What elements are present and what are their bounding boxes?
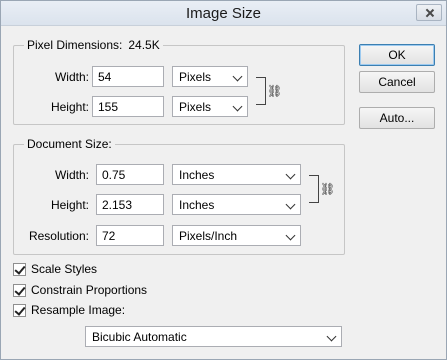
resolution-unit-select[interactable]: Pixels/Inch	[172, 225, 301, 246]
image-size-dialog: Image Size Pixel Dimensions: 24.5K Width:…	[0, 0, 447, 360]
auto-button[interactable]: Auto...	[359, 107, 435, 129]
scale-styles-label[interactable]: Scale Styles	[31, 262, 97, 276]
doc-height-label: Height:	[50, 198, 89, 212]
resolution-label: Resolution:	[28, 229, 89, 243]
chevron-down-icon	[326, 331, 337, 342]
doc-width-input[interactable]: 0.75	[96, 164, 164, 185]
pixel-dimensions-label: Pixel Dimensions:	[27, 38, 123, 52]
doc-height-unit: Inches	[179, 198, 215, 212]
pixel-height-input[interactable]: 155	[92, 96, 164, 117]
title-bar: Image Size	[1, 1, 446, 26]
chevron-down-icon	[285, 169, 296, 180]
pixel-constrain-bracket	[256, 77, 266, 105]
pixel-dimensions-value: 24.5K	[128, 38, 160, 52]
doc-width-label: Width:	[54, 168, 89, 182]
chevron-down-icon	[285, 199, 296, 210]
pixel-height-label: Height:	[50, 100, 89, 114]
ok-button[interactable]: OK	[359, 44, 435, 66]
dialog-title: Image Size	[185, 5, 262, 22]
resolution-input[interactable]: 72	[96, 225, 164, 246]
chevron-down-icon	[232, 71, 243, 82]
doc-width-unit: Inches	[179, 168, 215, 182]
doc-width-unit-select[interactable]: Inches	[172, 164, 301, 185]
scale-styles-checkbox[interactable]	[13, 263, 26, 276]
document-size-legend: Document Size:	[24, 137, 115, 151]
resample-image-checkbox[interactable]	[13, 304, 26, 317]
pixel-width-unit: Pixels	[179, 70, 212, 84]
resample-method-select[interactable]: Bicubic Automatic	[85, 326, 342, 347]
resolution-unit: Pixels/Inch	[179, 229, 238, 243]
pixel-dimensions-legend: Pixel Dimensions: 24.5K	[24, 38, 163, 52]
pixel-width-label: Width:	[54, 70, 89, 84]
constrain-proportions-label[interactable]: Constrain Proportions	[31, 283, 147, 297]
pixel-height-unit-select[interactable]: Pixels	[172, 96, 248, 117]
chevron-down-icon	[285, 230, 296, 241]
doc-constrain-bracket	[309, 175, 319, 203]
close-icon[interactable]	[416, 4, 442, 21]
doc-height-unit-select[interactable]: Inches	[172, 194, 301, 215]
chain-link-icon: ⛓	[267, 84, 283, 98]
pixel-height-unit: Pixels	[179, 100, 212, 114]
pixel-width-unit-select[interactable]: Pixels	[172, 66, 248, 87]
resample-method-value: Bicubic Automatic	[92, 330, 187, 344]
chain-link-icon: ⛓	[320, 182, 336, 196]
cancel-button[interactable]: Cancel	[359, 71, 435, 93]
chevron-down-icon	[232, 101, 243, 112]
constrain-proportions-checkbox[interactable]	[13, 284, 26, 297]
pixel-width-input[interactable]: 54	[92, 66, 164, 87]
resample-image-label[interactable]: Resample Image:	[31, 303, 125, 317]
doc-height-input[interactable]: 2.153	[96, 194, 164, 215]
